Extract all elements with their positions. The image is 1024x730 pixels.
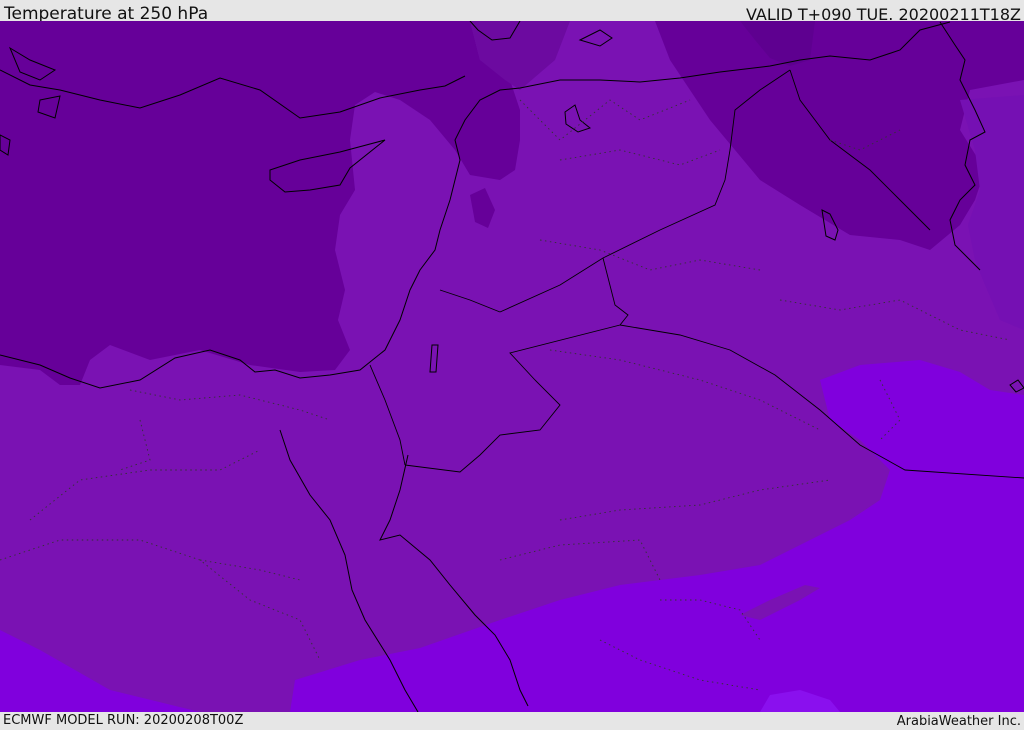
credit-label: ArabiaWeather Inc.: [896, 714, 1021, 729]
temperature-map[interactable]: [0, 21, 1024, 712]
map-header: Temperature at 250 hPa VALID T+090 TUE. …: [0, 0, 1024, 24]
map-footer: ECMWF MODEL RUN: 20200208T00Z ArabiaWeat…: [0, 712, 1024, 729]
map-canvas: [0, 21, 1024, 712]
model-run-label: ECMWF MODEL RUN: 20200208T00Z: [3, 713, 244, 728]
